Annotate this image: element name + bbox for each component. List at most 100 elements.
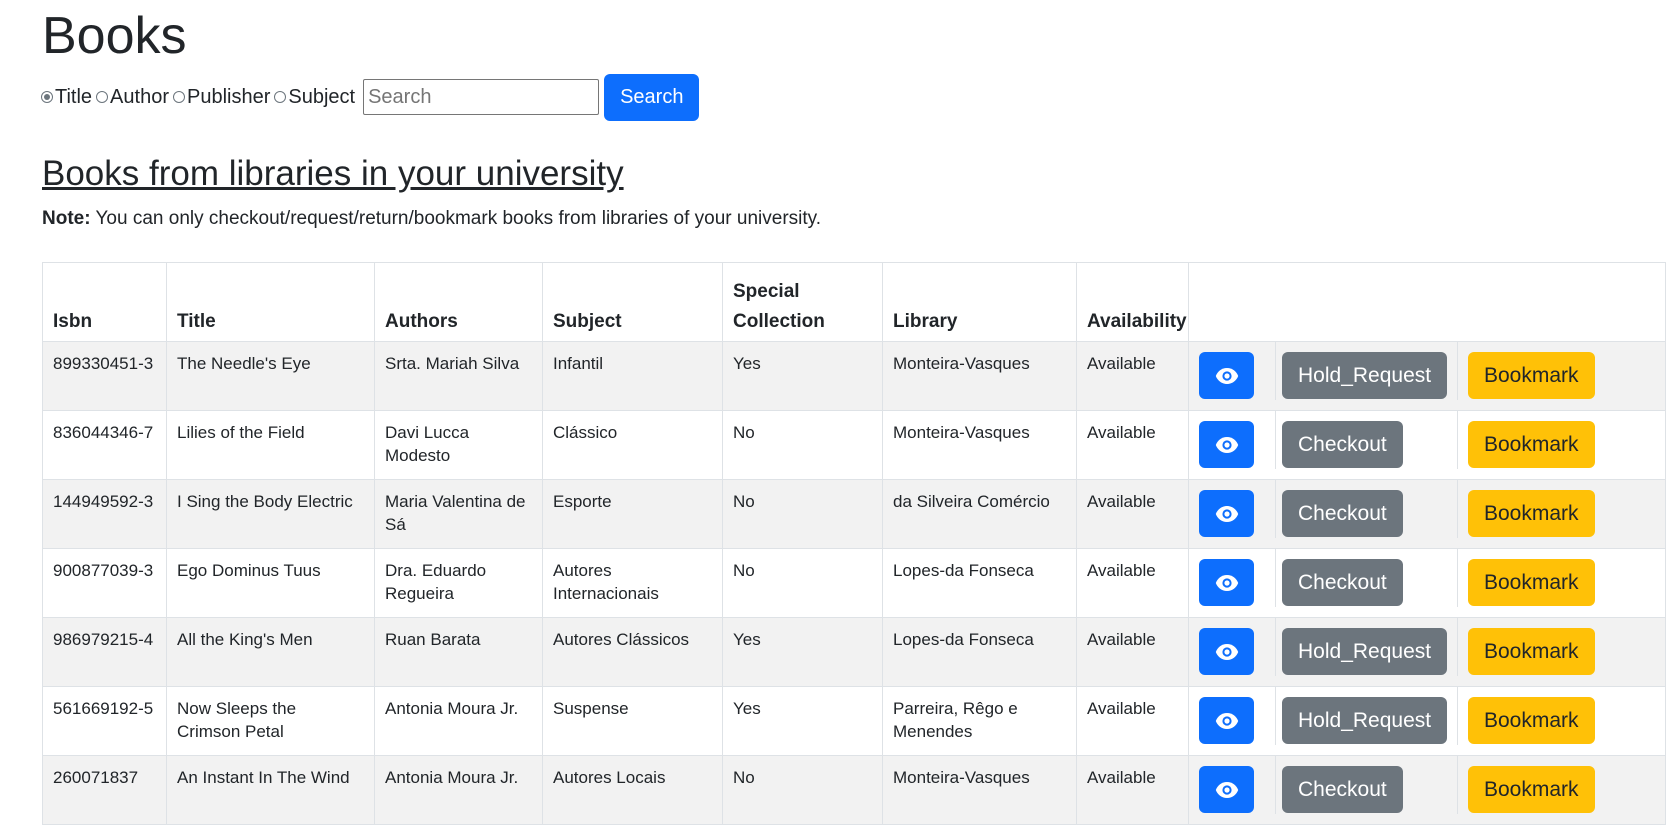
cell-library: Monteira-Vasques (882, 755, 1077, 825)
cell-special-collection: No (722, 479, 883, 549)
cell-library: Lopes-da Fonseca (882, 617, 1077, 687)
radio-author-dot[interactable] (96, 91, 109, 103)
view-button[interactable] (1199, 490, 1254, 537)
cell-subject: Suspense (542, 686, 723, 756)
cell-subject: Esporte (542, 479, 723, 549)
cell-special-collection: No (722, 410, 883, 480)
hold-request-button[interactable]: Hold_Request (1282, 352, 1448, 399)
bookmark-button[interactable]: Bookmark (1468, 352, 1595, 399)
page-title: Books (42, 7, 187, 65)
cell-title: The Needle's Eye (166, 341, 375, 411)
bookmark-button[interactable]: Bookmark (1468, 490, 1595, 537)
cell-title: An Instant In The Wind (166, 755, 375, 825)
cell-isbn: 899330451-3 (42, 341, 167, 411)
cell-title: Lilies of the Field (166, 410, 375, 480)
header-authors: Authors (374, 262, 543, 342)
radio-author-label: Author (110, 85, 169, 108)
cell-actions: Checkout Bookmark (1188, 479, 1666, 549)
eye-icon (1215, 367, 1239, 385)
hold-request-button[interactable]: Hold_Request (1282, 628, 1448, 675)
cell-availability: Available (1076, 617, 1189, 687)
section-title: Books from libraries in your university (42, 154, 624, 193)
cell-isbn: 561669192-5 (42, 686, 167, 756)
checkout-button[interactable]: Checkout (1282, 766, 1403, 813)
cell-actions: Hold_Request Bookmark (1188, 341, 1666, 411)
cell-authors: Ruan Barata (374, 617, 543, 687)
eye-icon (1215, 574, 1239, 592)
cell-availability: Available (1076, 686, 1189, 756)
cell-authors: Dra. Eduardo Regueira (374, 548, 543, 618)
header-availability: Availability (1076, 262, 1189, 342)
cell-authors: Srta. Mariah Silva (374, 341, 543, 411)
cell-title: Now Sleeps the Crimson Petal (166, 686, 375, 756)
eye-icon (1215, 505, 1239, 523)
cell-library: Monteira-Vasques (882, 410, 1077, 480)
cell-special-collection: Yes (722, 341, 883, 411)
table-row: 260071837 An Instant In The Wind Antonia M… (42, 755, 1666, 825)
note-label: Note: (42, 208, 91, 229)
cell-availability: Available (1076, 548, 1189, 618)
radio-subject-label: Subject (288, 85, 356, 108)
search-form: Title Author Publisher Subject Search (41, 73, 700, 121)
radio-title-dot[interactable] (41, 91, 53, 103)
cell-availability: Available (1076, 479, 1189, 549)
table-row: 144949592-3 I Sing the Body Electric Maria… (42, 479, 1666, 549)
table-header-row: Isbn Title Authors Subject Special Colle… (42, 262, 1666, 342)
table-row: 561669192-5 Now Sleeps the Crimson Petal A… (42, 686, 1666, 756)
cell-actions: Checkout Bookmark (1188, 410, 1666, 480)
view-button[interactable] (1199, 766, 1254, 813)
bookmark-button[interactable]: Bookmark (1468, 766, 1595, 813)
cell-isbn: 900877039-3 (42, 548, 167, 618)
header-library: Library (882, 262, 1077, 342)
books-table: Isbn Title Authors Subject Special Colle… (42, 262, 1666, 825)
radio-subject-dot[interactable] (274, 91, 287, 103)
eye-icon (1215, 643, 1239, 661)
radio-title[interactable]: Title (41, 86, 92, 109)
cell-availability: Available (1076, 410, 1189, 480)
cell-subject: Autores Clássicos (542, 617, 723, 687)
cell-special-collection: No (722, 548, 883, 618)
cell-authors: Antonia Moura Jr. (374, 755, 543, 825)
checkout-button[interactable]: Checkout (1282, 559, 1403, 606)
checkout-button[interactable]: Checkout (1282, 490, 1403, 537)
bookmark-button[interactable]: Bookmark (1468, 559, 1595, 606)
cell-special-collection: Yes (722, 686, 883, 756)
cell-special-collection: Yes (722, 617, 883, 687)
cell-isbn: 836044346-7 (42, 410, 167, 480)
table-row: 836044346-7 Lilies of the Field Davi Lucca… (42, 410, 1666, 480)
table-row: 899330451-3 The Needle's Eye Srta. Mariah … (42, 341, 1666, 411)
view-button[interactable] (1199, 628, 1254, 675)
hold-request-button[interactable]: Hold_Request (1282, 697, 1448, 744)
table-body: 899330451-3 The Needle's Eye Srta. Mariah … (42, 341, 1666, 825)
cell-library: Lopes-da Fonseca (882, 548, 1077, 618)
note-body: You can only checkout/request/return/boo… (90, 208, 822, 229)
radio-author[interactable]: Author (96, 86, 169, 109)
view-button[interactable] (1199, 421, 1254, 468)
bookmark-button[interactable]: Bookmark (1468, 697, 1595, 744)
cell-library: Monteira-Vasques (882, 341, 1077, 411)
radio-publisher[interactable]: Publisher (172, 85, 271, 109)
view-button[interactable] (1199, 697, 1254, 744)
bookmark-button[interactable]: Bookmark (1468, 628, 1595, 675)
cell-actions: Checkout Bookmark (1188, 755, 1666, 825)
cell-title: I Sing the Body Electric (166, 479, 375, 549)
cell-subject: Clássico (542, 410, 723, 480)
radio-publisher-label: Publisher (186, 85, 271, 108)
cell-isbn: 986979215-4 (42, 617, 167, 687)
table-row: 900877039-3 Ego Dominus Tuus Dra. Eduardo … (42, 548, 1666, 618)
view-button[interactable] (1199, 559, 1254, 606)
bookmark-button[interactable]: Bookmark (1468, 421, 1595, 468)
cell-isbn: 260071837 (42, 755, 167, 825)
header-isbn: Isbn (42, 262, 167, 342)
eye-icon (1215, 781, 1239, 799)
search-input[interactable] (363, 79, 600, 115)
radio-subject[interactable]: Subject (274, 86, 355, 109)
checkout-button[interactable]: Checkout (1282, 421, 1403, 468)
cell-subject: Autores Locais (542, 755, 723, 825)
cell-availability: Available (1076, 341, 1189, 411)
search-button[interactable]: Search (604, 73, 700, 121)
radio-publisher-dot[interactable] (172, 91, 185, 103)
table-row: 986979215-4 All the King's Men Ruan Barata… (42, 617, 1666, 687)
view-button[interactable] (1199, 352, 1254, 399)
cell-actions: Checkout Bookmark (1188, 548, 1666, 618)
